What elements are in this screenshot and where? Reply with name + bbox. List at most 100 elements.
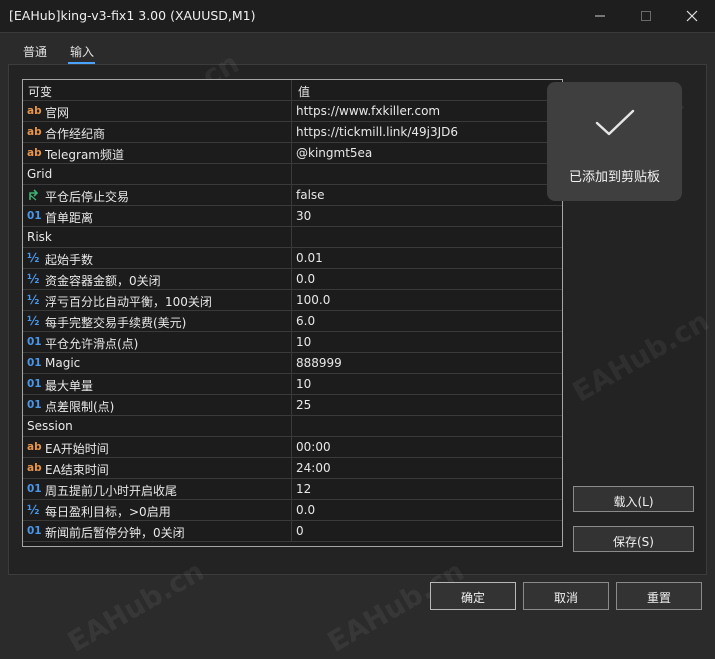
checkmark-icon xyxy=(595,109,635,136)
param-value[interactable]: 0.01 xyxy=(296,251,323,265)
param-value[interactable]: @kingmt5ea xyxy=(296,146,372,160)
close-icon xyxy=(686,10,698,22)
tab-inputs[interactable]: 输入 xyxy=(70,43,94,60)
table-row[interactable]: ½ 资金容器金额，0关闭 0.0 xyxy=(23,269,562,290)
param-value[interactable]: 30 xyxy=(296,209,311,223)
save-button[interactable]: 保存(S) xyxy=(573,526,694,552)
param-value[interactable]: 24:00 xyxy=(296,461,331,475)
int-type-icon: 01 xyxy=(27,399,42,411)
maximize-button xyxy=(623,0,669,32)
maximize-icon xyxy=(641,11,651,21)
double-type-icon: ½ xyxy=(27,503,40,517)
string-type-icon: ab xyxy=(27,462,42,474)
reset-button-label: 重置 xyxy=(646,591,671,605)
table-row[interactable]: ab Telegram频道 @kingmt5ea xyxy=(23,143,562,164)
double-type-icon: ½ xyxy=(27,251,40,265)
group-row-session: Session xyxy=(23,416,562,437)
group-row-grid: Grid xyxy=(23,164,562,185)
table-row[interactable]: ½ 起始手数 0.01 xyxy=(23,248,562,269)
param-name: 官网 xyxy=(45,106,70,120)
int-type-icon: 01 xyxy=(27,210,42,222)
int-type-icon: 01 xyxy=(27,483,42,495)
param-value[interactable]: https://tickmill.link/49j3JD6 xyxy=(296,125,458,139)
load-button[interactable]: 载入(L) xyxy=(573,486,694,512)
double-type-icon: ½ xyxy=(27,293,40,307)
param-name: 浮亏百分比自动平衡，100关闭 xyxy=(45,295,212,309)
table-row[interactable]: 01 周五提前几小时开启收尾 12 xyxy=(23,479,562,500)
table-row[interactable]: ½ 浮亏百分比自动平衡，100关闭 100.0 xyxy=(23,290,562,311)
column-header-variable[interactable]: 可变 xyxy=(28,83,52,100)
double-type-icon: ½ xyxy=(27,314,40,328)
param-value[interactable]: false xyxy=(296,188,325,202)
table-row[interactable]: ab EA开始时间 00:00 xyxy=(23,437,562,458)
table-row[interactable]: ab 官网 https://www.fxkiller.com xyxy=(23,101,562,122)
param-name: 资金容器金额，0关闭 xyxy=(45,274,161,288)
param-value[interactable]: 0 xyxy=(296,524,304,538)
int-type-icon: 01 xyxy=(27,357,42,369)
param-value[interactable]: 10 xyxy=(296,335,311,349)
param-value[interactable]: 0.0 xyxy=(296,503,315,517)
param-value[interactable]: 0.0 xyxy=(296,272,315,286)
param-value[interactable]: 12 xyxy=(296,482,311,496)
toast-message: 已添加到剪贴板 xyxy=(568,170,660,185)
param-value[interactable]: 888999 xyxy=(296,356,342,370)
param-name: Magic xyxy=(45,356,81,370)
param-value[interactable]: 25 xyxy=(296,398,311,412)
param-value[interactable]: 6.0 xyxy=(296,314,315,328)
cancel-button-label: 取消 xyxy=(553,591,578,605)
string-type-icon: ab xyxy=(27,126,42,138)
param-name: 合作经纪商 xyxy=(45,127,106,141)
ok-button[interactable]: 确定 xyxy=(430,582,516,610)
table-row[interactable]: 01 首单距离 30 xyxy=(23,206,562,227)
group-label: Risk xyxy=(27,230,52,244)
tab-bar: 普通 输入 xyxy=(0,33,715,64)
param-name: 平仓允许滑点(点) xyxy=(45,337,139,351)
table-row[interactable]: ab 合作经纪商 https://tickmill.link/49j3JD6 xyxy=(23,122,562,143)
group-label: Grid xyxy=(27,167,53,181)
double-type-icon: ½ xyxy=(27,272,40,286)
ok-button-label: 确定 xyxy=(460,591,485,605)
param-value[interactable]: https://www.fxkiller.com xyxy=(296,104,440,118)
tab-common[interactable]: 普通 xyxy=(23,43,47,60)
param-value[interactable]: 00:00 xyxy=(296,440,331,454)
param-name: 每手完整交易手续费(美元) xyxy=(45,316,187,330)
table-row[interactable]: 01 Magic 888999 xyxy=(23,353,562,374)
table-row[interactable]: ½ 每手完整交易手续费(美元) 6.0 xyxy=(23,311,562,332)
param-name: 点差限制(点) xyxy=(45,400,115,414)
minimize-icon xyxy=(595,15,605,17)
param-value[interactable]: 100.0 xyxy=(296,293,330,307)
param-name: 新闻前后暂停分钟，0关闭 xyxy=(45,526,185,540)
table-row[interactable]: 01 最大单量 10 xyxy=(23,374,562,395)
parameters-table: 可变 值 ab 官网 https://www.fxkiller.com ab 合作经… xyxy=(22,79,563,547)
param-name: 平仓后停止交易 xyxy=(45,190,130,204)
table-row[interactable]: ½ 每日盈利目标，>0启用 0.0 xyxy=(23,500,562,521)
reset-button[interactable]: 重置 xyxy=(616,582,702,610)
param-name: EA开始时间 xyxy=(45,442,109,456)
table-row[interactable]: 01 点差限制(点) 25 xyxy=(23,395,562,416)
close-button[interactable] xyxy=(669,0,715,32)
param-name: 周五提前几小时开启收尾 xyxy=(45,484,178,498)
table-header: 可变 值 xyxy=(23,80,562,101)
title-bar: [EAHub]king-v3-fix1 3.00 (XAUUSD,M1) xyxy=(0,0,715,33)
table-row[interactable]: 01 新闻前后暂停分钟，0关闭 0 xyxy=(23,521,562,542)
string-type-icon: ab xyxy=(27,147,42,159)
table-row[interactable]: ab EA结束时间 24:00 xyxy=(23,458,562,479)
table-row[interactable]: 01 平仓允许滑点(点) 10 xyxy=(23,332,562,353)
string-type-icon: ab xyxy=(27,441,42,453)
param-name: 最大单量 xyxy=(45,379,94,393)
bool-type-icon xyxy=(27,187,43,201)
group-label: Session xyxy=(27,419,73,433)
minimize-button[interactable] xyxy=(577,0,623,32)
load-button-label: 载入(L) xyxy=(613,495,654,509)
column-header-value[interactable]: 值 xyxy=(298,83,310,100)
cancel-button[interactable]: 取消 xyxy=(523,582,609,610)
save-button-label: 保存(S) xyxy=(613,535,654,549)
table-row[interactable]: 平仓后停止交易 false xyxy=(23,185,562,206)
string-type-icon: ab xyxy=(27,105,42,117)
param-name: EA结束时间 xyxy=(45,463,109,477)
int-type-icon: 01 xyxy=(27,378,42,390)
param-value[interactable]: 10 xyxy=(296,377,311,391)
group-row-risk: Risk xyxy=(23,227,562,248)
param-name: 每日盈利目标，>0启用 xyxy=(45,505,171,519)
param-name: 首单距离 xyxy=(45,211,94,225)
